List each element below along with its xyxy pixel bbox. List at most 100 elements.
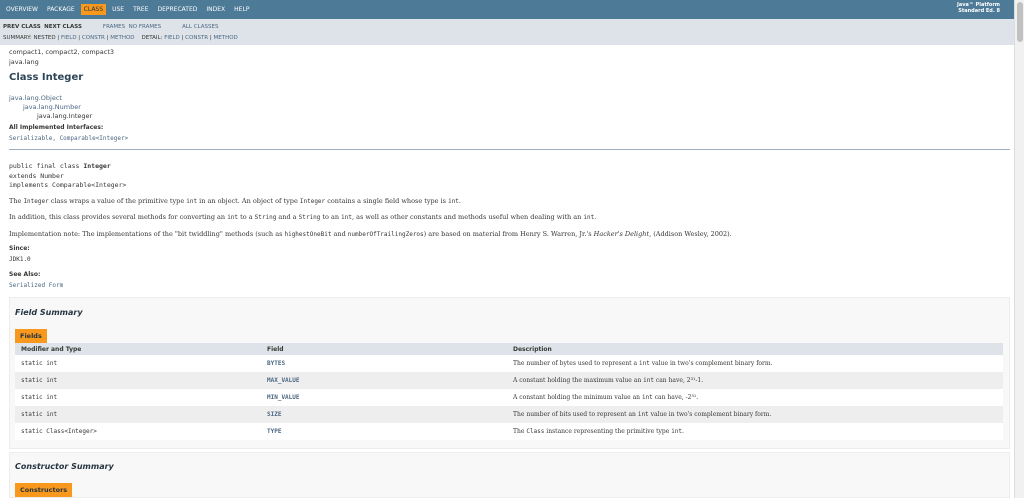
text: . bbox=[682, 428, 684, 435]
text: instance representing the primitive type bbox=[544, 428, 672, 435]
table-row: static int BYTES The number of bytes use… bbox=[15, 355, 1003, 372]
fields-tab[interactable]: Fields bbox=[15, 329, 47, 343]
nav-deprecated[interactable]: Deprecated bbox=[154, 4, 200, 15]
col-field-header: Field bbox=[261, 343, 507, 355]
detail-method-link[interactable]: METHOD bbox=[213, 35, 237, 41]
description-p3: Implementation note: The implementations… bbox=[9, 230, 732, 238]
top-nav-items: Overview Package Class Use Tree Deprecat… bbox=[0, 4, 255, 15]
code: int bbox=[637, 411, 649, 418]
text: The number of bytes used to represent a bbox=[513, 360, 639, 367]
nav-index[interactable]: Index bbox=[203, 4, 228, 15]
code: int bbox=[643, 377, 654, 384]
next-class-link[interactable]: NEXT CLASS bbox=[44, 24, 82, 30]
page-title: Class Integer bbox=[9, 72, 84, 83]
see-also-section: See Also: Serialized Form bbox=[9, 271, 63, 289]
text: ) are based on material from Henry S. Wa… bbox=[423, 230, 594, 238]
implemented-value[interactable]: Serializable, Comparable<Integer> bbox=[9, 135, 128, 142]
text: can have, -2³¹. bbox=[652, 394, 699, 401]
inherit-object-link[interactable]: java.lang.Object bbox=[9, 94, 92, 103]
nav-help[interactable]: Help bbox=[231, 4, 252, 15]
text: class wraps a value of the primitive typ… bbox=[48, 197, 187, 205]
code: Integer bbox=[299, 198, 326, 205]
code: int bbox=[341, 214, 352, 221]
text: The bbox=[513, 428, 527, 435]
decl-prefix: public final class bbox=[9, 162, 84, 170]
class-declaration: public final class Integer extends Numbe… bbox=[9, 162, 126, 191]
code: numberOfTrailingZeros bbox=[347, 231, 424, 238]
field-max-value-link[interactable]: MAX_VALUE bbox=[261, 372, 507, 389]
code: Integer bbox=[23, 198, 49, 205]
field-summary-table: Modifier and Type Field Description stat… bbox=[15, 343, 1003, 440]
code: int bbox=[583, 214, 595, 221]
code: int bbox=[227, 214, 239, 221]
text: . bbox=[594, 213, 597, 221]
row-description: A constant holding the maximum value an … bbox=[507, 372, 1003, 389]
prev-class-link[interactable]: PREV CLASS bbox=[3, 24, 41, 30]
row-description: The number of bits used to represent an … bbox=[507, 406, 1003, 423]
inherit-integer: java.lang.Integer bbox=[37, 112, 93, 120]
summary-label: SUMMARY: bbox=[3, 35, 32, 41]
decl-implements: implements Comparable<Integer> bbox=[9, 181, 127, 189]
text: The number of bits used to represent an bbox=[513, 411, 638, 418]
code: Class bbox=[526, 428, 545, 435]
text: value in two's complement binary form. bbox=[649, 360, 773, 367]
top-nav-bar: Overview Package Class Use Tree Deprecat… bbox=[0, 0, 1014, 19]
nav-tree[interactable]: Tree bbox=[130, 4, 151, 15]
text: and bbox=[331, 230, 348, 238]
row-modifier: static int bbox=[15, 355, 261, 372]
table-row: static Class<Integer> TYPE The Class ins… bbox=[15, 423, 1003, 440]
summary-nested: NESTED bbox=[33, 35, 56, 41]
row-modifier: static int bbox=[15, 406, 261, 423]
decl-class-name: Integer bbox=[83, 162, 111, 170]
field-size-link[interactable]: SIZE bbox=[261, 406, 507, 423]
summary-constr-link[interactable]: CONSTR bbox=[82, 35, 105, 41]
col-description-header: Description bbox=[507, 343, 1003, 355]
code: int bbox=[671, 428, 683, 435]
nav-overview[interactable]: Overview bbox=[3, 4, 41, 15]
text: and a bbox=[276, 213, 299, 221]
summary-field-link[interactable]: FIELD bbox=[61, 35, 77, 41]
constructor-summary-block: Constructor Summary Constructors bbox=[9, 452, 1010, 498]
code: int bbox=[186, 198, 198, 205]
platform-label: Java™ Platform Standard Ed. 8 bbox=[957, 2, 1000, 14]
code: highestOneBit bbox=[284, 231, 332, 238]
code: int bbox=[638, 360, 650, 367]
text: contains a single field whose type is bbox=[325, 197, 449, 205]
code: String bbox=[298, 214, 321, 221]
summary-method-link[interactable]: METHOD bbox=[110, 35, 134, 41]
constructors-tab[interactable]: Constructors bbox=[15, 483, 73, 497]
code: int bbox=[448, 198, 459, 205]
nav-use[interactable]: Use bbox=[109, 4, 127, 15]
serialized-form-link[interactable]: Serialized Form bbox=[9, 282, 63, 289]
code: String bbox=[254, 214, 277, 221]
field-bytes-link[interactable]: BYTES bbox=[261, 355, 507, 372]
field-min-value-link[interactable]: MIN_VALUE bbox=[261, 389, 507, 406]
text: to a bbox=[238, 213, 255, 221]
field-type-link[interactable]: TYPE bbox=[261, 423, 507, 440]
scrollbar-thumb[interactable] bbox=[1017, 2, 1023, 42]
text: Implementation note: The implementations… bbox=[9, 230, 285, 238]
row-modifier: static int bbox=[15, 372, 261, 389]
text: In addition, this class provides several… bbox=[9, 213, 228, 221]
text: can have, 2³¹-1. bbox=[653, 377, 704, 384]
inherit-number-link[interactable]: java.lang.Number bbox=[9, 103, 92, 112]
description-p1: The Integer class wraps a value of the p… bbox=[9, 197, 461, 205]
all-classes-link[interactable]: ALL CLASSES bbox=[182, 24, 218, 30]
inheritance-tree: java.lang.Object java.lang.Number java.l… bbox=[9, 94, 92, 121]
row-modifier: static int bbox=[15, 389, 261, 406]
nav-package[interactable]: Package bbox=[44, 4, 78, 15]
nav-class: Class bbox=[80, 4, 107, 15]
detail-constr-link[interactable]: CONSTR bbox=[185, 35, 208, 41]
vertical-scrollbar[interactable] bbox=[1014, 0, 1024, 498]
text: A constant holding the minimum value an bbox=[513, 394, 642, 401]
text: in an object. An object of type bbox=[197, 197, 300, 205]
text: to an bbox=[320, 213, 342, 221]
sub-nav-bar: PREV CLASS NEXT CLASS FRAMES NO FRAMES A… bbox=[0, 19, 1014, 45]
detail-field-link[interactable]: FIELD bbox=[164, 35, 180, 41]
platform-line2: Standard Ed. 8 bbox=[958, 8, 1000, 14]
frames-link[interactable]: FRAMES bbox=[103, 24, 125, 30]
row-description: The number of bytes used to represent a … bbox=[507, 355, 1003, 372]
no-frames-link[interactable]: NO FRAMES bbox=[129, 24, 161, 30]
text: , (Addison Wesley, 2002). bbox=[649, 230, 732, 238]
text: value in two's complement binary form. bbox=[648, 411, 772, 418]
